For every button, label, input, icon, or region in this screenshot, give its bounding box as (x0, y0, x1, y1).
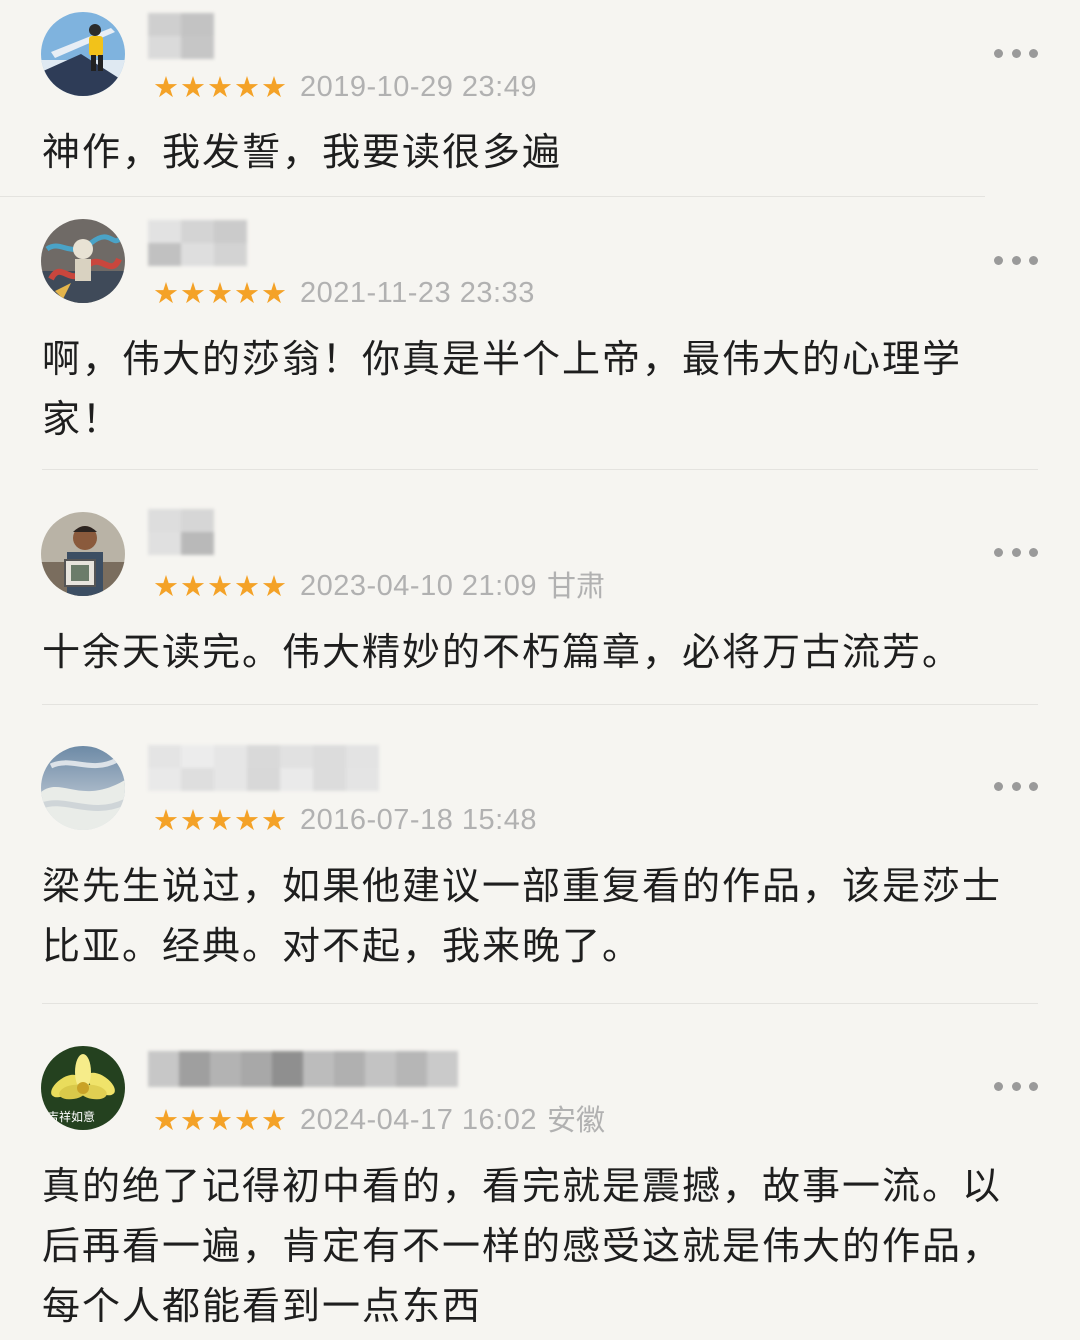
review-meta: ★★★★★ 2019-10-29 23:49 (153, 67, 537, 107)
more-options-button[interactable] (994, 776, 1038, 796)
username-blurred[interactable] (148, 745, 386, 791)
review-date: 2021-11-23 23:33 (300, 277, 535, 309)
review-text: 真的绝了记得初中看的，看完就是震撼，故事一流。以后再看一遍，肯定有不一样的感受这… (42, 1164, 1003, 1328)
dot-icon (994, 48, 1003, 58)
username-blurred[interactable] (148, 220, 278, 266)
dot-icon (1029, 255, 1038, 265)
divider (0, 196, 985, 197)
star-rating: ★★★★★ (153, 276, 288, 310)
divider (42, 704, 1038, 705)
review-meta: ★★★★★ 2024-04-17 16:02 安徽 (153, 1100, 605, 1140)
dot-icon (994, 255, 1003, 265)
star-rating: ★★★★★ (153, 1103, 288, 1137)
review-date: 2016-07-18 15:48 (300, 804, 537, 836)
review-text: 梁先生说过，如果他建议一部重复看的作品，该是莎士比亚。经典。对不起，我来晚了。 (42, 864, 1003, 968)
review-text: 啊，伟大的莎翁！你真是半个上帝，最伟大的心理学家！ (42, 337, 963, 441)
dot-icon (994, 1081, 1003, 1091)
skier-avatar-icon[interactable] (41, 12, 125, 96)
review-date: 2024-04-17 16:02 (300, 1104, 537, 1136)
review-date: 2023-04-10 21:09 (300, 570, 537, 602)
dot-icon (1029, 781, 1038, 791)
review-text: 神作，我发誓，我要读很多遍 (42, 130, 563, 174)
divider (42, 469, 1038, 470)
review-date: 2019-10-29 23:49 (300, 71, 537, 103)
star-rating: ★★★★★ (153, 70, 288, 104)
sky-clouds-avatar-icon[interactable] (41, 746, 125, 830)
dot-icon (1011, 781, 1021, 791)
more-options-button[interactable] (994, 250, 1038, 270)
star-rating: ★★★★★ (153, 803, 288, 837)
dot-icon (1011, 48, 1021, 58)
star-rating: ★★★★★ (153, 569, 288, 603)
review-meta: ★★★★★ 2021-11-23 23:33 (153, 273, 535, 313)
portrait-photo-avatar-icon[interactable] (41, 512, 125, 596)
dot-icon (1029, 547, 1038, 557)
username-blurred[interactable] (148, 1051, 458, 1087)
more-options-button[interactable] (994, 542, 1038, 562)
review-meta: ★★★★★ 2023-04-10 21:09 甘肃 (153, 566, 605, 606)
more-options-button[interactable] (994, 43, 1038, 63)
review-location: 甘肃 (546, 569, 605, 603)
more-options-button[interactable] (994, 1076, 1038, 1096)
dot-icon (1011, 547, 1021, 557)
username-blurred[interactable] (148, 509, 246, 555)
username-blurred[interactable] (148, 13, 246, 59)
lotus-flower-avatar-icon[interactable]: 吉祥如意 (41, 1046, 125, 1130)
dot-icon (1011, 255, 1021, 265)
avatar-caption: 吉祥如意 (47, 1110, 96, 1124)
review-meta: ★★★★★ 2016-07-18 15:48 (153, 800, 537, 840)
review-text: 十余天读完。伟大精妙的不朽篇章，必将万古流芳。 (42, 630, 963, 674)
dot-icon (994, 781, 1003, 791)
graffiti-art-avatar-icon[interactable] (41, 219, 125, 303)
dot-icon (994, 547, 1003, 557)
divider (42, 1003, 1038, 1004)
dot-icon (1029, 48, 1038, 58)
dot-icon (1011, 1081, 1021, 1091)
review-location: 安徽 (546, 1103, 605, 1137)
dot-icon (1029, 1081, 1038, 1091)
